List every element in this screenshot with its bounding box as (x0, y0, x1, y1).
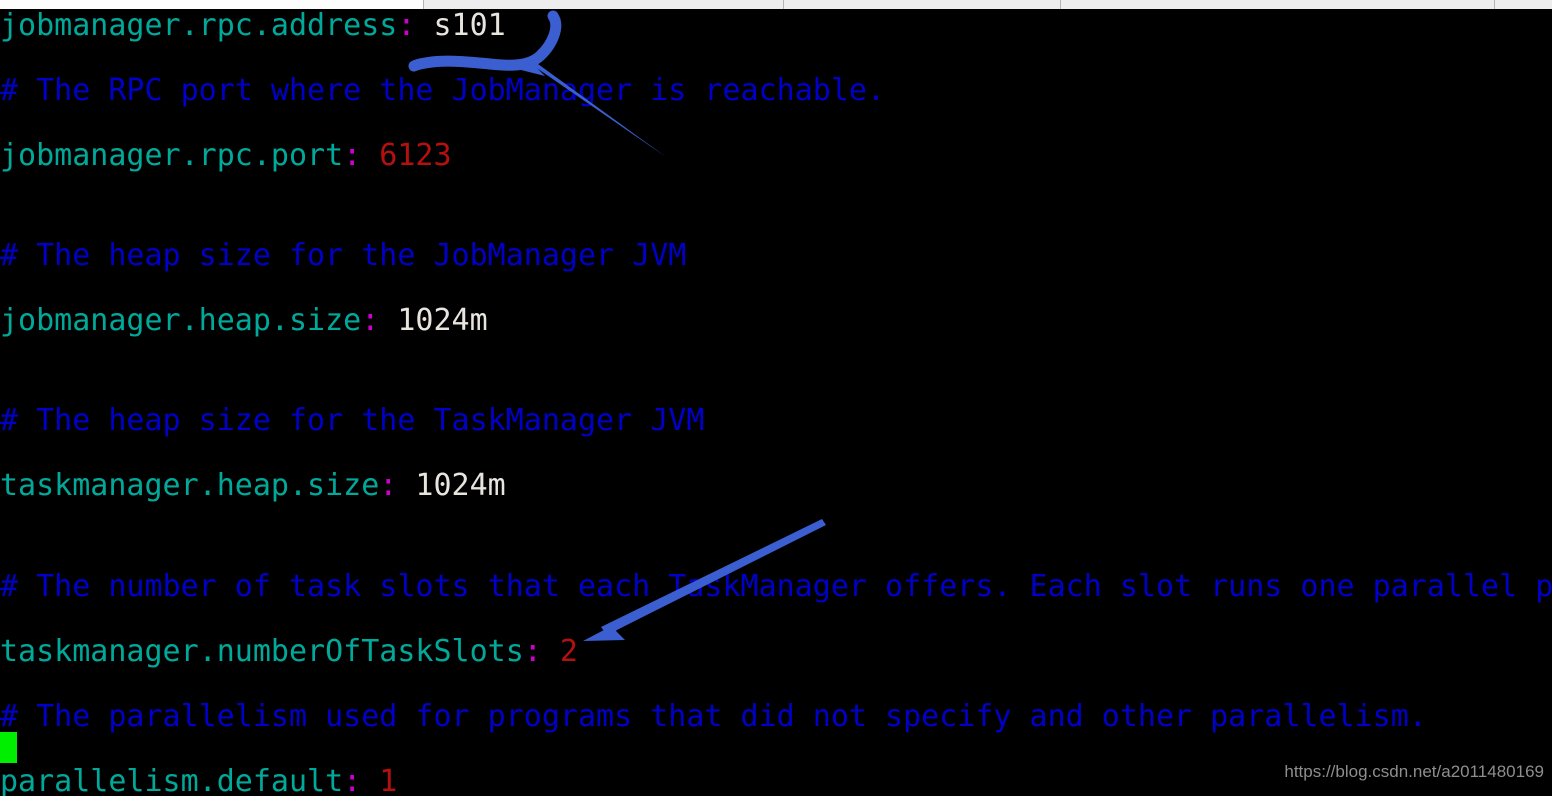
comment-line-parallelism: # The parallelism used for programs that… (0, 699, 1427, 734)
config-line-parallelism-default: parallelism.default: 1 (0, 765, 397, 796)
config-value: 1024m (397, 468, 506, 503)
csdn-watermark: https://blog.csdn.net/a2011480169 (1284, 762, 1544, 781)
config-key: jobmanager.rpc.port (0, 138, 344, 173)
config-key: jobmanager.rpc.address (0, 8, 398, 43)
config-key: taskmanager.heap.size (0, 468, 380, 503)
terminal-content[interactable]: jobmanager.rpc.address: s101 # The RPC p… (0, 9, 1552, 796)
terminal-window: jobmanager.rpc.address: s101 # The RPC p… (0, 0, 1552, 796)
config-line-jobmanager-rpc-port: jobmanager.rpc.port: 6123 (0, 139, 452, 173)
chrome-panel-d (1495, 0, 1552, 9)
comment-line-task-slots: # The number of task slots that each Tas… (0, 569, 1552, 604)
config-colon: : (361, 303, 380, 338)
config-value: 2 (541, 634, 578, 669)
config-value: 6123 (361, 138, 452, 173)
config-value: 1024m (379, 303, 488, 338)
config-key: jobmanager.heap.size (0, 303, 362, 338)
config-value: 1 (361, 764, 398, 796)
config-line-jobmanager-heap-size: jobmanager.heap.size: 1024m (0, 304, 488, 338)
config-colon: : (523, 634, 542, 669)
config-key: parallelism.default (0, 764, 344, 796)
config-line-taskmanager-heap-size: taskmanager.heap.size: 1024m (0, 469, 506, 503)
config-key: taskmanager.numberOfTaskSlots (0, 634, 524, 669)
config-line-jobmanager-rpc-address: jobmanager.rpc.address: s101 (0, 9, 506, 43)
comment-line-jobmanager-heap: # The heap size for the JobManager JVM (0, 238, 687, 273)
comment-line-rpc-port: # The RPC port where the JobManager is r… (0, 73, 886, 108)
config-colon: : (379, 468, 398, 503)
config-colon: : (397, 8, 416, 43)
config-value: s101 (415, 8, 506, 43)
terminal-cursor (0, 732, 17, 763)
chrome-panel-c (1061, 0, 1495, 9)
config-colon: : (343, 138, 362, 173)
comment-line-taskmanager-heap: # The heap size for the TaskManager JVM (0, 403, 705, 438)
config-colon: : (343, 764, 362, 796)
chrome-panel-b (784, 0, 1061, 9)
config-line-number-of-task-slots: taskmanager.numberOfTaskSlots: 2 (0, 635, 578, 669)
